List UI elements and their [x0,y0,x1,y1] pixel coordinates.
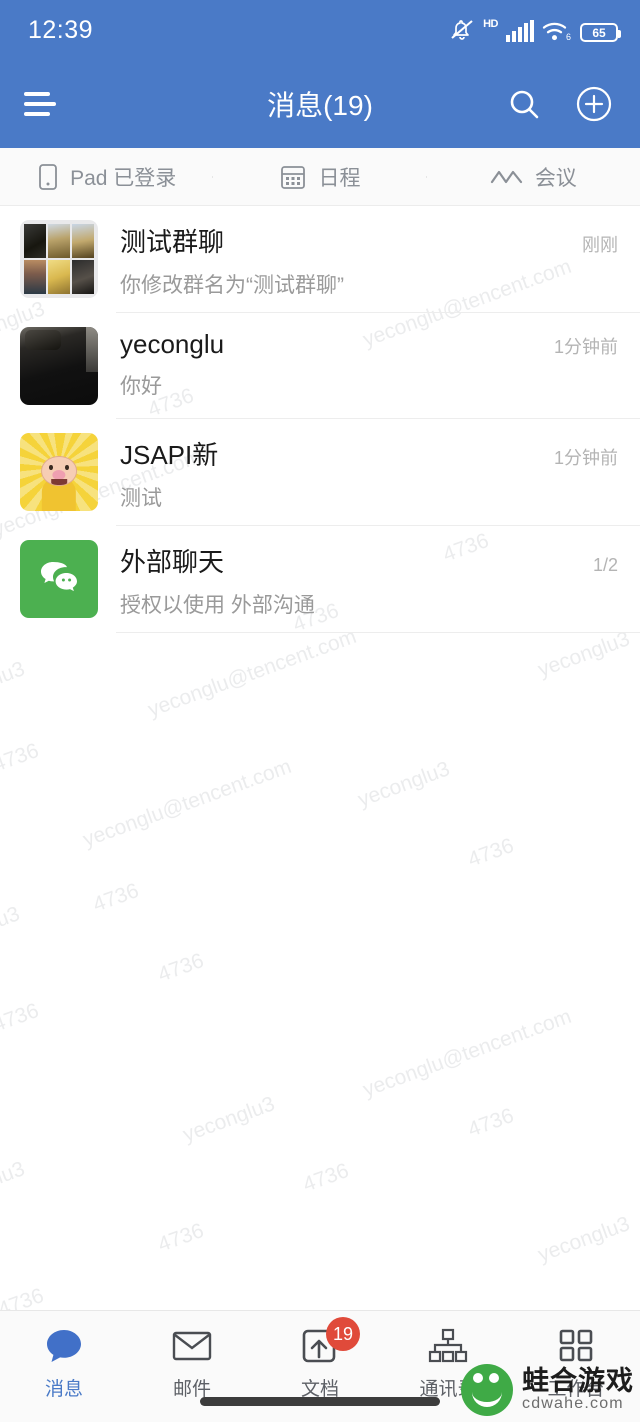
svg-text:6: 6 [566,32,571,42]
watermark-text: yeconglu@tencent.com [360,1004,575,1102]
quick-tab-schedule[interactable]: 日程 [213,162,427,192]
chat-list-item[interactable]: 测试群聊 刚刚 你修改群名为“测试群聊” [0,206,640,313]
calendar-icon [279,163,307,191]
site-logo-text: 蛙合游戏 cdwahe.com [522,1367,634,1412]
watermark-text: yeconglu3 [0,1157,28,1212]
nav-item-messages[interactable]: 消息 [0,1325,128,1401]
chat-list-item[interactable]: JSAPI新 1分钟前 测试 [0,419,640,526]
watermark-text: yeconglu@tencent.com [80,754,295,852]
chat-header-row: JSAPI新 1分钟前 [120,435,618,472]
watermark-text: 4736 [155,1219,207,1257]
quick-tab-meeting-label: 会议 [534,166,577,190]
watermark-text: 4736 [0,999,42,1037]
chat-list: 测试群聊 刚刚 你修改群名为“测试群聊” yeconglu 1分钟前 你好 JS… [0,206,640,633]
chat-title: JSAPI新 [120,440,219,470]
watermark-text: yeconglu3 [180,1092,278,1147]
site-watermark-logo: 蛙合游戏 cdwahe.com [461,1364,634,1416]
nav-item-mail[interactable]: 邮件 [128,1325,256,1401]
chat-title: yeconglu [120,329,225,359]
chat-header-row: 外部聊天 1/2 [120,542,618,579]
chat-preview: 授权以使用 外部沟通 [120,594,315,617]
chat-list-item[interactable]: 外部聊天 1/2 授权以使用 外部沟通 [0,526,640,633]
chat-timestamp: 刚刚 [582,235,618,255]
watermark-text: 4736 [0,739,42,777]
org-chart-icon [426,1325,470,1367]
signal-icon [506,20,534,42]
chat-header-row: 测试群聊 刚刚 [120,222,618,259]
quick-tab-pad-label: Pad 已登录 [70,166,177,190]
quick-tab-bar: Pad 已登录 日程 会议 [0,148,640,206]
watermark-text: yeconglu3 [355,757,453,812]
watermark-text: 4736 [465,834,517,872]
quick-tab-schedule-label: 日程 [318,166,361,190]
search-icon[interactable] [502,82,546,126]
chat-preview: 你修改群名为“测试群聊” [120,274,344,297]
tablet-icon [37,163,59,191]
header-actions [502,82,616,126]
chat-content: yeconglu 1分钟前 你好 [98,327,618,400]
chat-content: JSAPI新 1分钟前 测试 [98,433,618,512]
quick-tab-pad[interactable]: Pad 已登录 [0,162,214,192]
nav-label-messages: 消息 [44,1379,83,1400]
bell-muted-icon [449,18,475,42]
app-header: 消息(19) [0,60,640,148]
wechat-contact-icon [41,562,77,592]
chat-preview: 测试 [120,487,162,510]
user-avatar [20,327,98,405]
add-circle-icon[interactable] [572,82,616,126]
chat-timestamp: 1/2 [592,555,618,575]
watermark-text: yeconglu3 [535,1212,633,1267]
home-indicator [200,1397,440,1406]
watermark-text: yeconglu@tencent.com [145,624,360,722]
external-chat-avatar [20,540,98,618]
chat-content: 测试群聊 刚刚 你修改群名为“测试群聊” [98,220,618,299]
site-name-cn: 蛙合游戏 [522,1366,634,1397]
watermark-text: yeconglu3 [0,902,23,957]
site-name-en: cdwahe.com [522,1394,624,1412]
frog-logo-icon [461,1364,513,1416]
group-avatar [20,220,98,298]
wifi6-icon: 6 [542,20,572,42]
hamburger-menu-icon[interactable] [24,92,68,116]
status-clock: 12:39 [28,15,94,44]
meeting-icon [490,165,524,189]
chat-list-item[interactable]: yeconglu 1分钟前 你好 [0,313,640,419]
chat-timestamp: 1分钟前 [553,448,618,468]
battery-level: 65 [592,25,606,40]
app-avatar [20,433,98,511]
chat-header-row: yeconglu 1分钟前 [120,329,618,360]
nav-item-docs[interactable]: 19 文档 [256,1317,384,1401]
grid-apps-icon [556,1325,596,1367]
docs-badge: 19 [326,1317,360,1351]
watermark-text: 4736 [90,879,142,917]
watermark-text: yeconglu3 [535,627,633,682]
quick-tab-meeting[interactable]: 会议 [427,162,640,192]
watermark-text: 4736 [300,1159,352,1197]
status-icons: HD 6 65 [449,18,621,42]
battery-icon: 65 [580,23,621,42]
chat-content: 外部聊天 1/2 授权以使用 外部沟通 [98,540,618,619]
envelope-icon [171,1325,213,1367]
chat-timestamp: 1分钟前 [553,337,618,357]
document-icon: 19 [300,1317,360,1367]
hd-icon: HD [483,18,498,30]
chat-bubble-icon [43,1325,85,1367]
watermark-text: 4736 [155,949,207,987]
chat-title: 测试群聊 [120,227,225,257]
watermark-text: 4736 [465,1104,517,1142]
status-bar: 12:39 HD 6 65 [0,0,640,60]
chat-title: 外部聊天 [120,547,225,577]
watermark-text: yeconglu3 [0,657,28,712]
chat-preview: 你好 [120,375,162,398]
